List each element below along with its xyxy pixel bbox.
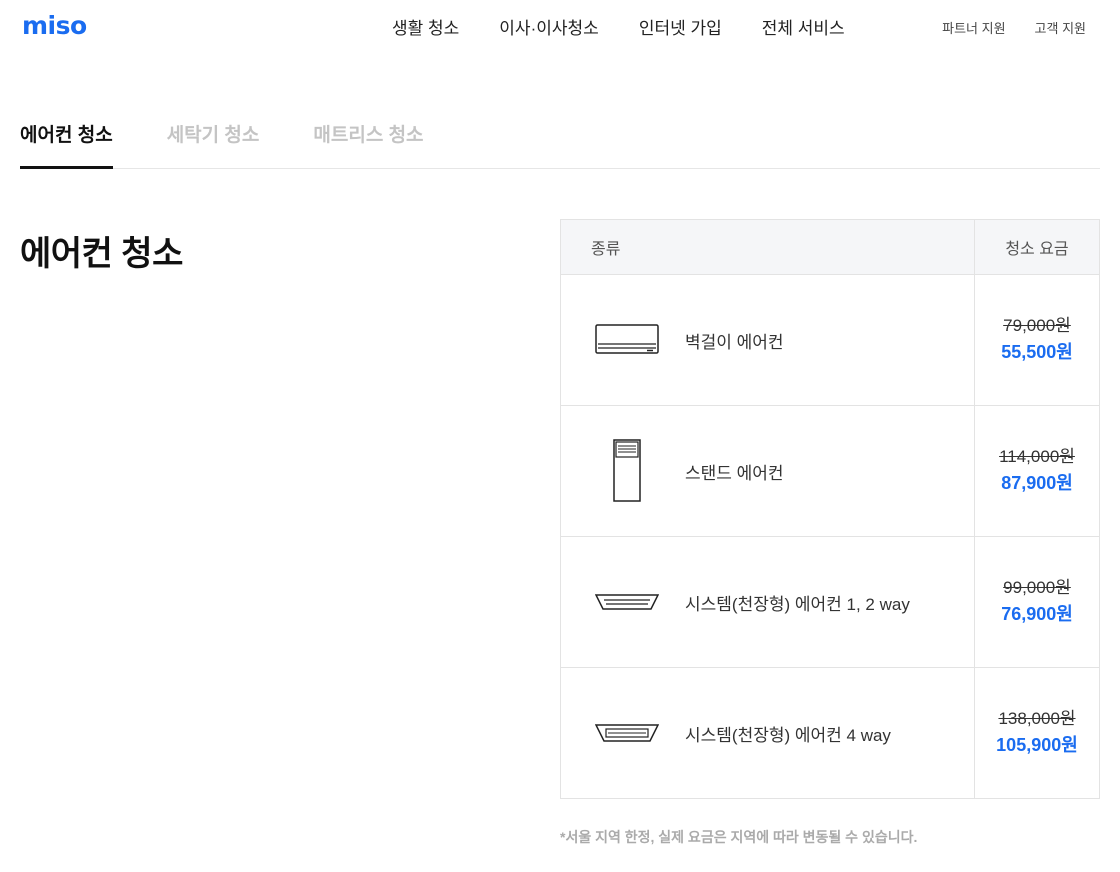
table-row: 벽걸이 에어컨 79,000원 55,500원: [560, 274, 1100, 406]
wall-ac-icon: [595, 308, 659, 372]
tab-washer-cleaning[interactable]: 세탁기 청소: [167, 122, 260, 168]
ceiling-ac-4way-icon: [595, 701, 659, 765]
stand-ac-icon: [595, 439, 659, 503]
section-title: 에어컨 청소: [20, 235, 183, 273]
sale-price: 87,900원: [1001, 473, 1073, 493]
item-name: 벽걸이 에어컨: [685, 332, 784, 352]
price-table: 종류 청소 요금 벽걸이 에어컨 79,000원 55,500원 스탠드 에어컨…: [560, 219, 1100, 799]
nav-living-cleaning[interactable]: 생활 청소: [392, 18, 459, 40]
item-name: 시스템(천장형) 에어컨 1, 2 way: [685, 594, 910, 614]
table-row: 시스템(천장형) 에어컨 4 way 138,000원 105,900원: [561, 667, 1100, 799]
price-footnote: *서울 지역 한정, 실제 요금은 지역에 따라 변동될 수 있습니다.: [560, 829, 918, 845]
nav-moving[interactable]: 이사·이사청소: [499, 18, 599, 40]
item-name: 시스템(천장형) 에어컨 4 way: [685, 725, 891, 745]
sale-price: 76,900원: [1001, 604, 1073, 624]
table-header-row: 종류 청소 요금: [560, 219, 1100, 275]
original-price: 79,000원: [1003, 316, 1071, 335]
table-row: 스탠드 에어컨 114,000원 87,900원: [560, 405, 1100, 537]
table-row: 시스템(천장형) 에어컨 1, 2 way 99,000원 76,900원: [560, 536, 1100, 668]
nav-internet[interactable]: 인터넷 가입: [639, 18, 722, 40]
header-type: 종류: [560, 219, 975, 275]
sale-price: 55,500원: [1001, 342, 1073, 362]
nav-customer-support[interactable]: 고객 지원: [1035, 20, 1086, 38]
service-tabs: 에어컨 청소 세탁기 청소 매트리스 청소: [20, 122, 1100, 169]
site-header: miso 생활 청소 이사·이사청소 인터넷 가입 전체 서비스 파트너 지원 …: [0, 0, 1120, 58]
sale-price: 105,900원: [996, 735, 1078, 755]
sub-nav: 파트너 지원 고객 지원: [913, 20, 1086, 38]
main-nav: 생활 청소 이사·이사청소 인터넷 가입 전체 서비스: [392, 18, 885, 40]
nav-partner-support[interactable]: 파트너 지원: [942, 20, 1005, 38]
original-price: 138,000원: [998, 709, 1076, 728]
nav-all-services[interactable]: 전체 서비스: [762, 18, 845, 40]
original-price: 99,000원: [1003, 578, 1071, 597]
ceiling-ac-2way-icon: [595, 570, 659, 634]
miso-logo[interactable]: miso: [22, 11, 87, 40]
header-price: 청소 요금: [974, 219, 1100, 275]
tab-aircon-cleaning[interactable]: 에어컨 청소: [20, 122, 113, 169]
original-price: 114,000원: [999, 447, 1075, 466]
item-name: 스탠드 에어컨: [685, 463, 784, 483]
tab-mattress-cleaning[interactable]: 매트리스 청소: [313, 122, 423, 168]
